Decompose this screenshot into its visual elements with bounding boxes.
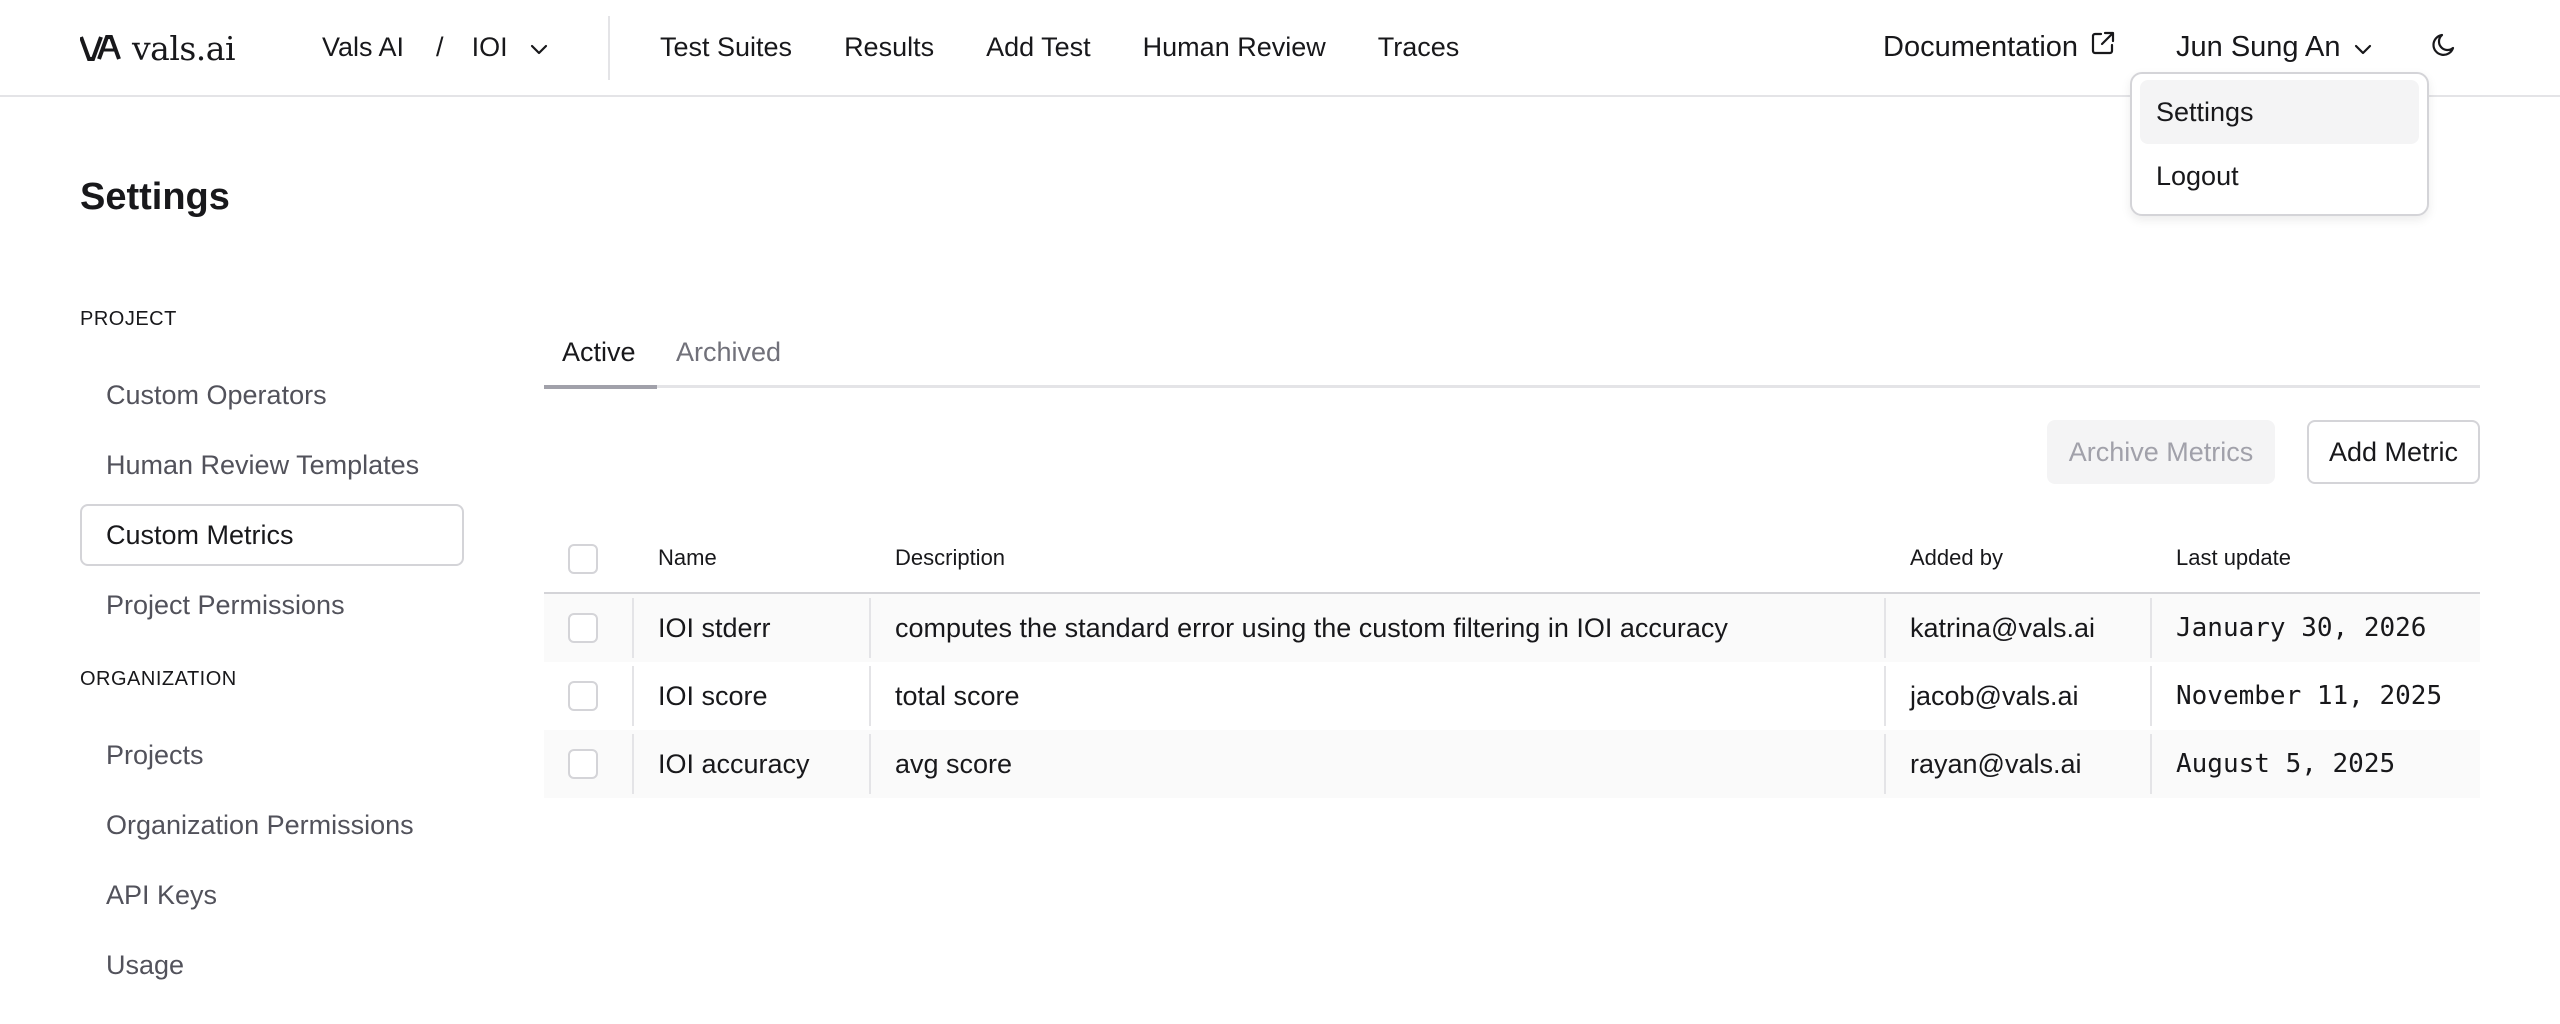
- breadcrumb-separator: /: [436, 31, 444, 62]
- moon-icon: [2431, 31, 2459, 64]
- select-all-checkbox[interactable]: [568, 544, 598, 574]
- sidebar-section-project: PROJECT: [80, 308, 177, 330]
- column-divider: [869, 666, 871, 726]
- metric-description: computes the standard error using the cu…: [895, 612, 1728, 643]
- add-metric-button[interactable]: Add Metric: [2307, 420, 2480, 484]
- column-header-last-update[interactable]: Last update: [2176, 524, 2291, 592]
- sidebar-item-usage[interactable]: Usage: [80, 934, 464, 996]
- sidebar-item-custom-operators[interactable]: Custom Operators: [80, 364, 464, 426]
- metric-added-by: rayan@vals.ai: [1910, 748, 2082, 779]
- user-menu-button[interactable]: Jun Sung An: [2176, 22, 2372, 72]
- nav-add-test[interactable]: Add Test: [986, 32, 1091, 63]
- metric-added-by: katrina@vals.ai: [1910, 612, 2095, 643]
- metrics-table: Name Description Added by Last update IO…: [544, 524, 2480, 798]
- metric-description: total score: [895, 680, 1020, 711]
- nav-results[interactable]: Results: [844, 32, 934, 63]
- theme-toggle-button[interactable]: [2428, 30, 2462, 64]
- column-header-added-by[interactable]: Added by: [1910, 524, 2003, 592]
- archive-metrics-button[interactable]: Archive Metrics: [2047, 420, 2275, 484]
- documentation-label: Documentation: [1883, 30, 2079, 63]
- column-header-name[interactable]: Name: [658, 524, 717, 592]
- nav-traces[interactable]: Traces: [1378, 32, 1460, 63]
- external-link-icon: [2090, 30, 2116, 64]
- sidebar-item-projects[interactable]: Projects: [80, 724, 464, 786]
- nav-human-review[interactable]: Human Review: [1143, 32, 1326, 63]
- sidebar-item-human-review-templates[interactable]: Human Review Templates: [80, 434, 464, 496]
- column-divider: [869, 598, 871, 658]
- column-divider: [869, 734, 871, 794]
- sidebar-item-api-keys[interactable]: API Keys: [80, 864, 464, 926]
- main-nav: Test Suites Results Add Test Human Revie…: [660, 22, 1459, 72]
- sidebar-item-organization-permissions[interactable]: Organization Permissions: [80, 794, 464, 856]
- metric-last-update: August 5, 2025: [2176, 749, 2396, 779]
- row-checkbox[interactable]: [568, 681, 598, 711]
- column-divider: [632, 666, 634, 726]
- column-header-description[interactable]: Description: [895, 524, 1005, 592]
- breadcrumb-org[interactable]: Vals AI: [322, 32, 404, 63]
- tab-active-indicator: [544, 385, 657, 389]
- table-row[interactable]: IOI accuracy avg score rayan@vals.ai Aug…: [544, 730, 2480, 798]
- row-checkbox[interactable]: [568, 749, 598, 779]
- chevron-down-icon: [2354, 31, 2372, 64]
- logo-text: vals.ai: [132, 28, 236, 68]
- table-header: Name Description Added by Last update: [544, 524, 2480, 594]
- logo[interactable]: vals.ai: [80, 28, 236, 68]
- user-dropdown-menu: Settings Logout: [2130, 72, 2429, 216]
- metric-added-by: jacob@vals.ai: [1910, 680, 2079, 711]
- metric-last-update: November 11, 2025: [2176, 681, 2443, 711]
- column-divider: [1884, 598, 1886, 658]
- tab-archived[interactable]: Archived: [676, 316, 781, 388]
- metric-name: IOI score: [658, 680, 768, 711]
- sidebar-section-organization: ORGANIZATION: [80, 668, 237, 690]
- menu-item-logout[interactable]: Logout: [2140, 144, 2419, 208]
- tab-active[interactable]: Active: [562, 316, 636, 388]
- project-switcher[interactable]: IOI: [472, 32, 548, 63]
- sidebar-item-project-permissions[interactable]: Project Permissions: [80, 574, 464, 636]
- metric-name: IOI stderr: [658, 612, 771, 643]
- column-divider: [2150, 734, 2152, 794]
- column-divider: [1884, 666, 1886, 726]
- column-divider: [1884, 734, 1886, 794]
- vals-logo-icon: [80, 35, 124, 61]
- row-checkbox[interactable]: [568, 613, 598, 643]
- breadcrumb: Vals AI / IOI: [322, 22, 548, 72]
- table-row[interactable]: IOI stderr computes the standard error u…: [544, 594, 2480, 662]
- user-name: Jun Sung An: [2176, 30, 2341, 63]
- column-divider: [632, 598, 634, 658]
- chevron-down-icon: [530, 32, 548, 63]
- menu-item-settings[interactable]: Settings: [2140, 80, 2419, 144]
- metric-name: IOI accuracy: [658, 748, 810, 779]
- sidebar-item-custom-metrics[interactable]: Custom Metrics: [80, 504, 464, 566]
- documentation-link[interactable]: Documentation: [1883, 22, 2116, 72]
- nav-test-suites[interactable]: Test Suites: [660, 32, 792, 63]
- metrics-tabs: Active Archived: [544, 316, 2480, 389]
- page-title: Settings: [80, 176, 230, 218]
- column-divider: [2150, 598, 2152, 658]
- column-divider: [2150, 666, 2152, 726]
- column-divider: [632, 734, 634, 794]
- metric-last-update: January 30, 2026: [2176, 613, 2427, 643]
- table-row[interactable]: IOI score total score jacob@vals.ai Nove…: [544, 662, 2480, 730]
- header-divider: [608, 16, 610, 80]
- breadcrumb-project: IOI: [471, 31, 508, 62]
- metric-description: avg score: [895, 748, 1013, 779]
